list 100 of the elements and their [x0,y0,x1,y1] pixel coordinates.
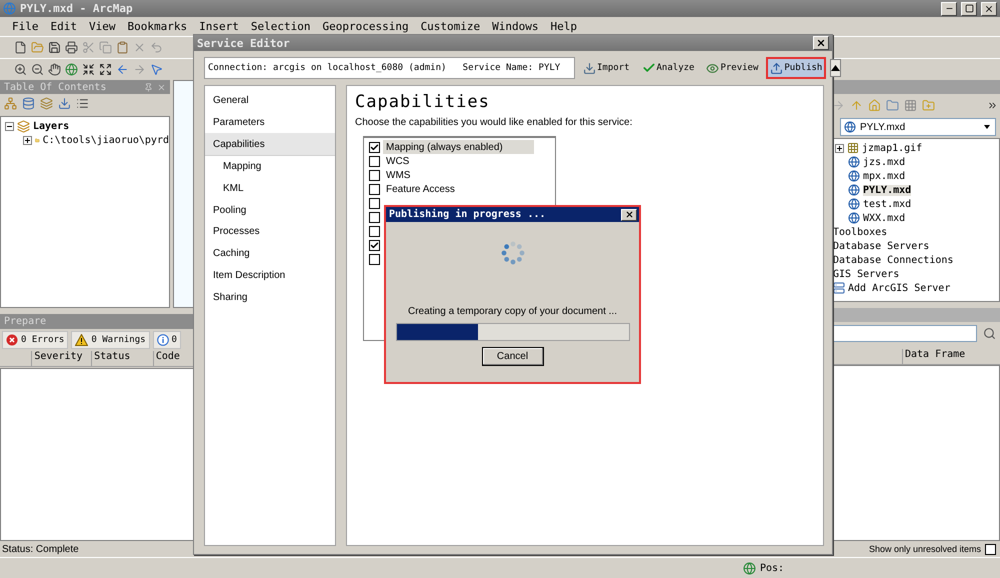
tree-item[interactable]: Toolboxes [833,226,888,238]
column-header[interactable]: Severity [31,351,92,366]
filter-tab[interactable]: 0 [152,331,181,349]
expand-icon[interactable] [835,144,844,152]
back-icon[interactable] [116,63,129,76]
tree-item[interactable]: GIS Servers [833,268,900,280]
nav-item[interactable]: Sharing [205,286,335,308]
menu-item[interactable]: Insert [193,20,245,33]
server-icon [833,282,845,294]
checkbox[interactable] [369,142,380,152]
cancel-button[interactable]: Cancel [482,347,544,366]
expand-icon[interactable] [99,63,112,76]
checkbox[interactable] [369,170,380,180]
tree-item[interactable]: mpx.mxd [863,170,906,182]
print-icon[interactable] [65,41,78,54]
menu-item[interactable]: File [6,20,44,33]
close-icon [816,38,826,48]
select-icon[interactable] [150,63,163,76]
tree-item[interactable]: Layers [33,120,70,132]
preview-icon [706,62,720,74]
search-icon[interactable] [983,327,996,340]
collapse-icon[interactable] [5,122,14,130]
database-icon[interactable] [22,97,35,110]
nav-item[interactable]: KML [205,178,335,200]
menu-item[interactable]: Windows [486,20,545,33]
column-header[interactable]: Status [91,351,153,366]
import-icon [583,62,596,74]
tree-item[interactable]: jzs.mxd [863,156,906,168]
close-icon [624,210,634,219]
checkbox[interactable] [369,198,380,208]
map-view[interactable] [173,80,195,308]
checkbox[interactable] [369,156,380,166]
checkbox[interactable] [369,226,380,236]
menu-item[interactable]: Edit [44,20,83,33]
globe-icon [848,212,860,224]
globe-icon [844,121,856,133]
toolbar-button[interactable]: Import [579,57,634,79]
expand-icon[interactable] [23,136,32,144]
filter-tab[interactable]: 0 Warnings [71,331,150,349]
maximize-button[interactable] [961,2,977,16]
maximize-icon [964,4,974,13]
globe-icon[interactable] [65,63,78,76]
toolbar-button[interactable]: Analyze [638,57,698,79]
warning-icon [75,334,88,346]
publish-icon [770,62,784,74]
paste-icon[interactable] [116,41,129,54]
nav-item[interactable]: Pooling [205,199,335,222]
tree-item[interactable]: jzmap1.gif [862,142,922,154]
capability-label[interactable]: WCS [384,156,412,166]
nav-item[interactable]: Processes [205,221,335,243]
tree-item[interactable]: Database Connections [833,254,954,266]
minimize-button[interactable] [941,2,957,16]
location-field[interactable]: PYLY.mxd [840,118,996,136]
checkbox[interactable] [369,254,380,264]
nav-item[interactable]: Caching [205,242,335,264]
tree-item[interactable]: Database Servers [833,240,930,252]
filter-tab[interactable]: 0 Errors [2,331,68,349]
close-button[interactable] [621,208,637,220]
capability-label[interactable]: Feature Access [384,184,457,194]
toolbar-button[interactable]: Publish [766,57,826,79]
checkbox[interactable] [369,212,380,222]
forward-icon[interactable] [832,98,845,112]
menu-item[interactable]: Customize [414,20,486,33]
column-header[interactable]: Data Frame [902,349,995,364]
menu-item[interactable]: View [83,20,122,33]
toolbar-button[interactable]: Preview [702,57,762,79]
info-icon [156,334,169,346]
globe-icon [848,170,860,182]
shrink-icon[interactable] [82,63,95,76]
tree-item[interactable]: C:\tools\jiaoruo\pyrd [42,134,169,146]
menu-item[interactable]: Bookmarks [122,20,194,33]
capability-label[interactable]: WMS [384,170,412,180]
close-button[interactable] [813,36,829,50]
nav-item[interactable]: Mapping [205,156,335,178]
panel-title: Table Of Contents [4,82,108,92]
nav-item[interactable]: General [205,90,335,112]
tree-item[interactable]: PYLY.mxd [863,184,912,196]
pan-icon[interactable] [48,63,61,76]
save-icon[interactable] [48,41,61,54]
checkbox[interactable] [369,240,380,250]
new-file-icon[interactable] [14,41,27,54]
grid-icon [847,142,859,154]
menu-item[interactable]: Selection [244,20,316,33]
download-icon[interactable] [58,97,71,110]
tree-item[interactable]: test.mxd [863,198,912,210]
status-text: Status: Complete [2,544,79,554]
menu-item[interactable]: Geoprocessing [316,20,415,33]
checkbox[interactable] [985,544,996,554]
tree-item[interactable]: WXX.mxd [863,212,906,224]
zoom-in-icon[interactable] [14,63,27,76]
menu-item[interactable]: Help [544,20,584,33]
nav-item[interactable]: Item Description [205,264,335,286]
collapse-button[interactable] [830,59,842,77]
progress-message: Creating a temporary copy of your document ... [408,306,617,317]
nav-item[interactable]: Capabilities [205,133,335,156]
close-button[interactable] [981,2,997,16]
nav-item[interactable]: Parameters [205,112,335,134]
zoom-out-icon[interactable] [31,63,44,76]
checkbox[interactable] [369,184,380,194]
tree-item[interactable]: Add ArcGIS Server [848,282,950,294]
